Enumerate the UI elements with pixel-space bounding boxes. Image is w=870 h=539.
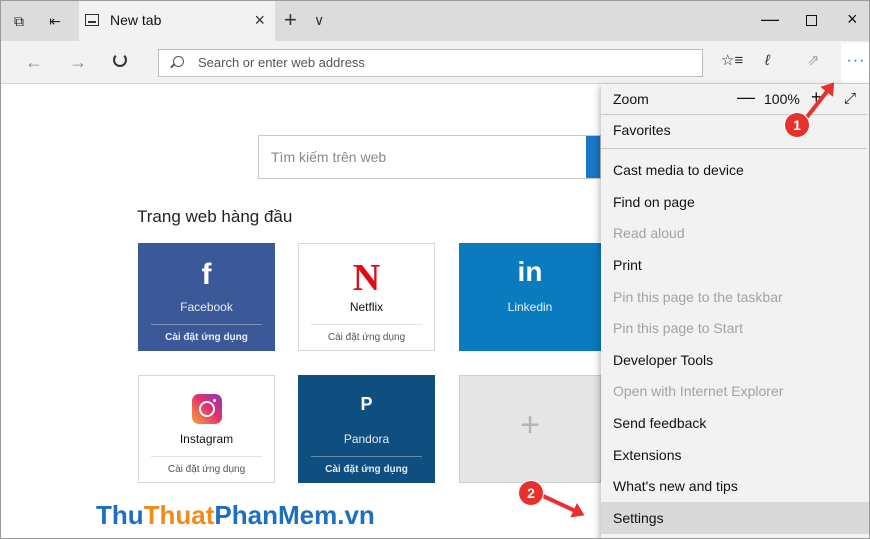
top-sites-heading: Trang web hàng đầu [137, 207, 293, 226]
tab-title: New tab [110, 12, 162, 28]
tile-divider [311, 324, 422, 325]
menu-item-print[interactable]: Print [601, 249, 869, 281]
more-button[interactable]: ··· [841, 43, 869, 83]
refresh-icon[interactable] [113, 53, 127, 67]
step-badge-1: 1 [785, 113, 809, 137]
watermark-logo: ThuThuatPhanMem.vn [96, 500, 375, 530]
tab-new-tab[interactable]: New tab × [79, 1, 275, 41]
menu-item-find-on-page[interactable]: Find on page [601, 186, 869, 218]
new-tab-page: Trang web hàng đầu f Facebook Cài đặt ứn… [1, 85, 601, 538]
tile-name: Linkedin [507, 300, 553, 314]
web-search-input[interactable] [259, 136, 584, 178]
netflix-logo-icon: N [352, 257, 381, 299]
web-search-box [258, 135, 601, 179]
settings-and-more-menu: Zoom — 100% + ⤢ Favorites Cast media to … [601, 82, 869, 538]
fullscreen-icon[interactable]: ⤢ [844, 84, 856, 114]
search-go-button[interactable] [586, 136, 600, 178]
menu-item-send-feedback[interactable]: Send feedback [601, 407, 869, 439]
install-app-link[interactable]: Cài đặt ứng dụng [299, 332, 434, 343]
back-arrow-icon[interactable]: ← [25, 51, 43, 73]
tile-netflix[interactable]: N Netflix Cài đặt ứng dụng [298, 243, 435, 351]
tile-divider [151, 324, 262, 325]
close-window-icon[interactable]: × [847, 9, 858, 30]
menu-item-extensions[interactable]: Extensions [601, 439, 869, 471]
menu-item-favorites[interactable]: Favorites [601, 114, 869, 146]
tile-pandora[interactable]: P Pandora Cài đặt ứng dụng [298, 375, 435, 483]
tile-name: Pandora [343, 432, 390, 446]
favorites-star-icon[interactable]: ☆≡ [721, 51, 743, 71]
add-site-tile[interactable]: + [459, 375, 601, 483]
new-tab-page-icon [85, 14, 99, 26]
pandora-logo-icon: P [360, 394, 373, 414]
share-icon[interactable]: ⇗ [807, 51, 820, 71]
tile-name: Netflix [349, 300, 384, 314]
tile-instagram[interactable]: Instagram Cài đặt ứng dụng [138, 375, 275, 483]
menu-item-cast-media[interactable]: Cast media to device [601, 154, 869, 186]
tile-facebook[interactable]: f Facebook Cài đặt ứng dụng [138, 243, 275, 351]
set-aside-tabs-icon[interactable]: ⇤ [45, 11, 65, 31]
address-placeholder: Search or enter web address [198, 55, 365, 70]
tile-name: Facebook [180, 300, 233, 314]
instagram-logo-icon [139, 394, 274, 429]
menu-divider [601, 148, 867, 149]
tile-linkedin[interactable]: in Linkedin [459, 243, 601, 351]
menu-item-read-aloud: Read aloud [613, 225, 685, 241]
menu-item-open-ie: Open with Internet Explorer [613, 383, 784, 399]
zoom-label: Zoom [613, 91, 649, 107]
zoom-out-button[interactable]: — [737, 82, 755, 112]
pen-icon[interactable]: ℓ [765, 51, 770, 71]
add-plus-icon: + [520, 406, 540, 444]
install-app-link[interactable]: Cài đặt ứng dụng [299, 464, 434, 475]
zoom-level: 100% [764, 91, 800, 107]
forward-arrow-icon[interactable]: → [69, 51, 87, 73]
install-app-link[interactable]: Cài đặt ứng dụng [139, 464, 274, 475]
new-tab-plus-icon[interactable]: + [284, 9, 297, 31]
address-bar[interactable]: Search or enter web address [158, 49, 703, 77]
menu-item-pin-taskbar: Pin this page to the taskbar [613, 289, 783, 305]
tab-list-chevron-icon[interactable]: ∨ [314, 12, 324, 29]
close-tab-icon[interactable]: × [254, 10, 265, 30]
tile-divider [151, 456, 262, 457]
tile-name: Instagram [179, 432, 234, 446]
menu-item-whats-new[interactable]: What's new and tips [601, 470, 869, 502]
menu-item-settings[interactable]: Settings [601, 502, 869, 534]
maximize-icon[interactable] [806, 15, 817, 26]
install-app-link[interactable]: Cài đặt ứng dụng [139, 332, 274, 343]
menu-item-developer-tools[interactable]: Developer Tools [601, 344, 869, 376]
minimize-icon[interactable]: — [761, 9, 779, 30]
menu-item-pin-start: Pin this page to Start [613, 320, 743, 336]
search-icon [173, 56, 184, 67]
linkedin-logo-icon: in [517, 256, 543, 287]
title-bar: ⧉ ⇤ New tab × + ∨ — × [1, 1, 869, 41]
browser-window: ⧉ ⇤ New tab × + ∨ — × ← → Search or ente… [0, 0, 870, 539]
tab-actions-icon[interactable]: ⧉ [9, 11, 29, 31]
facebook-logo-icon: f [201, 258, 212, 291]
step-badge-2: 2 [519, 481, 543, 505]
tile-divider [311, 456, 422, 457]
